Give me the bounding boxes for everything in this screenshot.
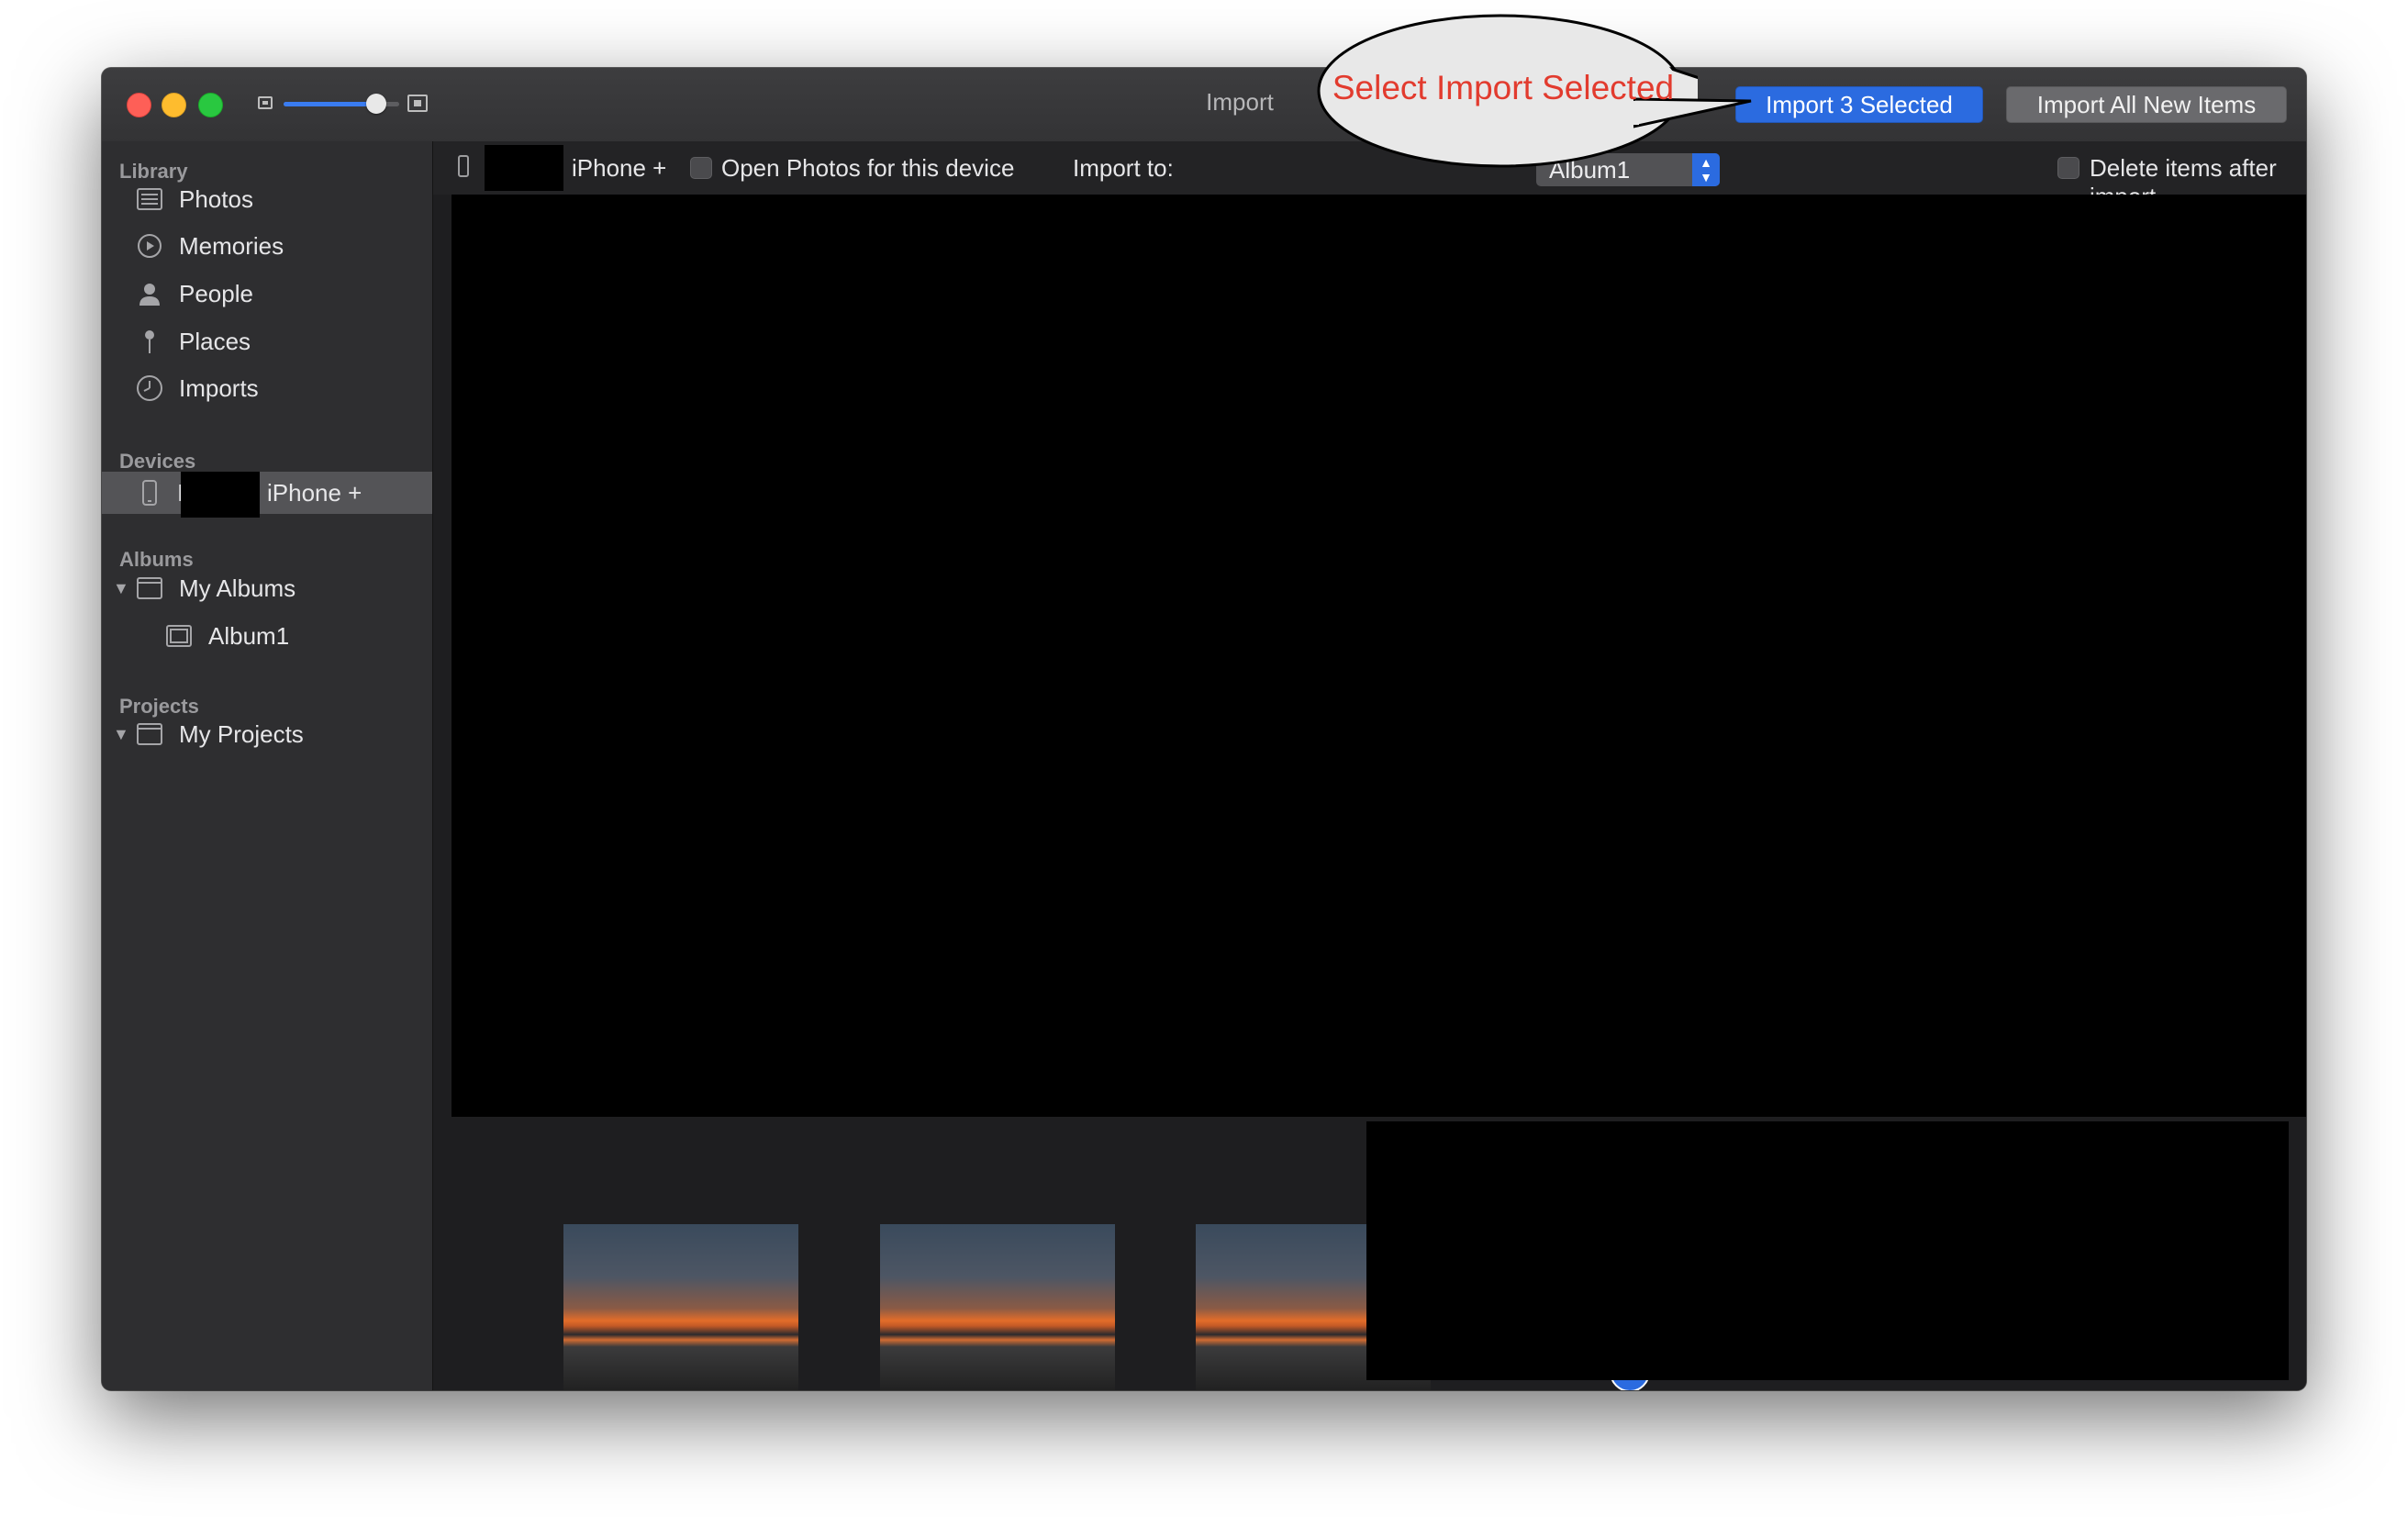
iphone-icon	[458, 155, 469, 177]
sidebar-item-label: Memories	[179, 231, 284, 260]
album-icon	[164, 621, 194, 651]
redacted-preview-area	[452, 195, 2306, 1117]
open-photos-label: Open Photos for this device	[721, 154, 1015, 182]
photo-thumbnail[interactable]	[880, 1224, 1115, 1390]
sidebar-item-label: People	[179, 279, 253, 307]
person-icon	[135, 279, 164, 308]
open-photos-checkbox[interactable]	[690, 157, 712, 179]
redacted-block	[181, 472, 260, 518]
sidebar-item-album1[interactable]: Album1	[102, 615, 432, 657]
sidebar-item-label: Places	[179, 327, 251, 355]
sidebar-item-photos[interactable]: Photos	[102, 178, 432, 220]
sidebar-item-label: Album1	[208, 621, 290, 650]
slider-knob[interactable]	[365, 94, 386, 114]
clock-icon	[135, 373, 164, 403]
iphone-icon	[135, 478, 164, 507]
redacted-block	[1366, 1121, 2289, 1380]
photos-icon	[135, 184, 164, 214]
photo-thumbnail[interactable]	[563, 1224, 798, 1390]
delete-after-import-checkbox[interactable]	[2057, 157, 2079, 179]
sidebar-item-imports[interactable]: Imports	[102, 367, 432, 409]
sidebar-item-my-albums[interactable]: ▼ My Albums	[102, 567, 432, 609]
fullscreen-button[interactable]	[198, 93, 223, 117]
sidebar-item-places[interactable]: Places	[102, 320, 432, 362]
device-name: iPhone +	[572, 154, 667, 182]
sidebar-item-label: Photos	[179, 184, 253, 213]
minimize-button[interactable]	[162, 93, 186, 117]
sidebar-item-label: iPhone +	[267, 478, 362, 507]
folder-icon	[135, 719, 164, 749]
large-thumbnail-icon	[407, 95, 428, 112]
small-thumbnail-icon	[258, 96, 273, 109]
slider-fill	[284, 102, 376, 106]
import-selected-button[interactable]: Import 3 Selected	[1735, 86, 1983, 123]
import-all-new-items-button[interactable]: Import All New Items	[2006, 86, 2287, 123]
pin-icon	[135, 327, 164, 356]
close-button[interactable]	[127, 93, 151, 117]
section-devices: Devices	[119, 450, 196, 473]
sidebar-item-device[interactable]: I iPhone +	[102, 472, 432, 518]
sidebar-item-label: My Projects	[179, 719, 304, 748]
title-bar: Import Import 3 Selected Import All New …	[102, 68, 2306, 142]
sidebar-item-people[interactable]: People	[102, 273, 432, 315]
sidebar-item-label: My Albums	[179, 574, 296, 602]
memories-icon	[135, 231, 164, 261]
window-title: Import	[1206, 88, 1274, 116]
sidebar-item-memories[interactable]: Memories	[102, 225, 432, 267]
folder-icon	[135, 574, 164, 603]
sidebar-item-my-projects[interactable]: ▼ My Projects	[102, 713, 432, 755]
sidebar-item-label: Imports	[179, 373, 259, 402]
redacted-block	[485, 145, 563, 191]
import-to-label: Import to:	[1073, 154, 1174, 182]
disclosure-triangle-icon[interactable]: ▼	[113, 579, 129, 598]
sidebar: Library Photos Memories People Places Im…	[102, 141, 433, 1390]
callout-text: Select Import Selected	[1332, 69, 1675, 106]
disclosure-triangle-icon[interactable]: ▼	[113, 725, 129, 744]
